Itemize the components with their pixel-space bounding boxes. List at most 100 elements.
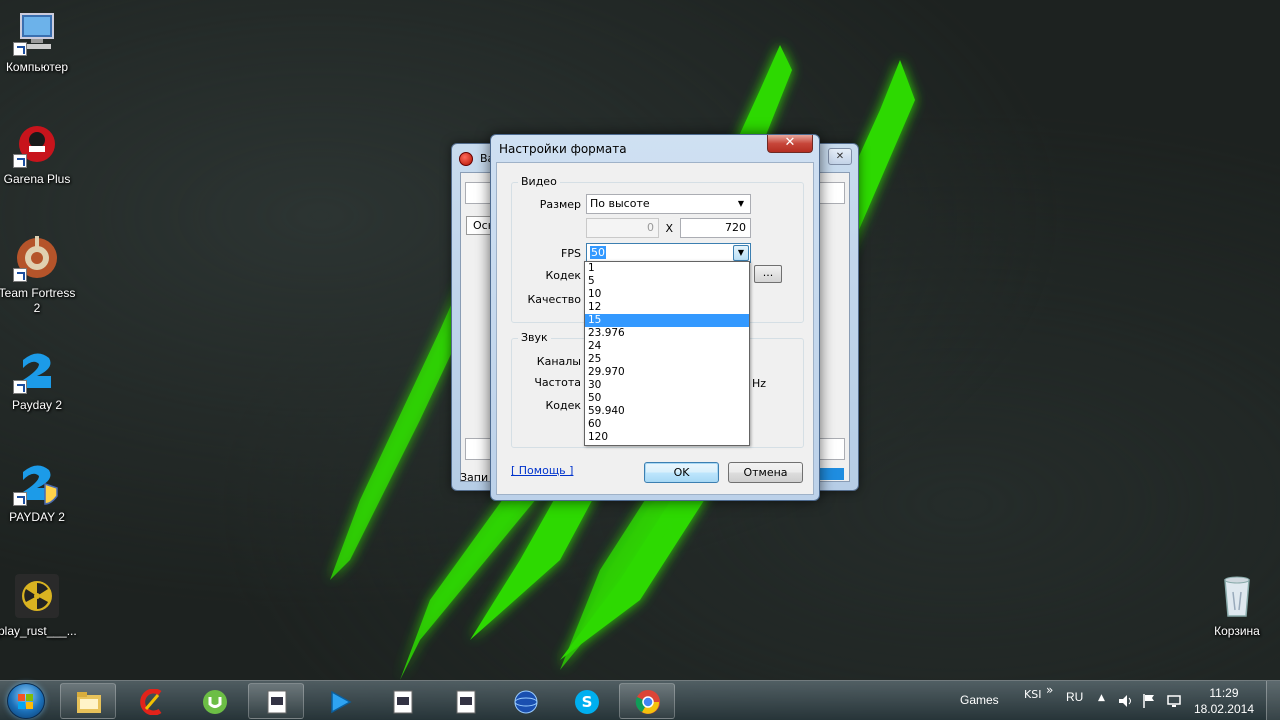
taskbar-media-player[interactable] [311, 683, 367, 719]
taskbar-media-file-3[interactable] [437, 683, 493, 719]
clock-time: 11:29 [1209, 686, 1239, 700]
shortcut-arrow-icon [13, 492, 27, 506]
taskbar-utorrent[interactable] [186, 683, 242, 719]
size-select-value: По высоте [590, 197, 650, 210]
fps-option[interactable]: 30 [585, 379, 749, 392]
dimension-separator: X [665, 222, 673, 235]
fps-option[interactable]: 5 [585, 275, 749, 288]
video-codec-label: Кодек [545, 269, 581, 282]
explorer-icon [77, 692, 101, 713]
volume-icon[interactable] [1118, 694, 1134, 708]
hz-unit-label: Hz [752, 377, 767, 390]
start-button[interactable] [7, 683, 45, 719]
desktop-icon-garena[interactable]: Garena Plus [0, 120, 76, 187]
toolbar-games-label[interactable]: Games [960, 693, 999, 707]
desktop-icon-recycle-bin[interactable]: Корзина [1198, 572, 1276, 639]
fps-option[interactable]: 59.940 [585, 405, 749, 418]
shortcut-arrow-icon [13, 268, 27, 282]
desktop-icon-label: Garena Plus [3, 172, 71, 186]
shortcut-arrow-icon [13, 380, 27, 394]
show-desktop-button[interactable] [1266, 681, 1280, 720]
size-select[interactable]: По высоте ▼ [586, 194, 751, 214]
taskbar: S Games KSI » RU ▲ 11:29 18.02.2014 [0, 680, 1280, 720]
taskbar-globe[interactable] [497, 683, 553, 719]
tf2-icon [13, 234, 61, 282]
desktop-icon-label: Payday 2 [11, 398, 63, 412]
ccleaner-icon [140, 689, 162, 715]
fps-option[interactable]: 23.976 [585, 327, 749, 340]
fps-option[interactable]: 120 [585, 431, 749, 444]
language-indicator[interactable]: RU [1066, 690, 1083, 704]
fps-option-highlighted[interactable]: 15 [585, 314, 749, 327]
utorrent-icon [203, 690, 227, 714]
background-window-progress [816, 468, 844, 480]
fps-option[interactable]: 24 [585, 340, 749, 353]
chevron-down-icon[interactable]: ▼ [733, 196, 749, 212]
fps-option[interactable]: 25 [585, 353, 749, 366]
media-file-icon [393, 690, 413, 714]
computer-icon [13, 8, 61, 56]
desktop-icon-computer[interactable]: Компьютер [0, 8, 76, 75]
chevron-down-icon[interactable]: ▼ [733, 245, 749, 261]
desktop-icon-payday[interactable]: Payday 2 [0, 346, 76, 413]
taskbar-media-file-1[interactable] [248, 683, 304, 719]
desktop-icon-label: PAYDAY 2 [9, 510, 65, 524]
background-window-close-button[interactable]: ✕ [828, 148, 852, 165]
network-icon[interactable] [1166, 693, 1182, 709]
fps-option[interactable]: 50 [585, 392, 749, 405]
record-icon [459, 152, 473, 166]
media-player-icon [331, 690, 352, 714]
ok-button[interactable]: OK [644, 462, 719, 483]
help-link[interactable]: [ Помощь ] [511, 464, 573, 477]
taskbar-skype[interactable]: S [558, 683, 614, 719]
audio-codec-label: Кодек [545, 399, 581, 412]
fps-dropdown-list[interactable]: 1 5 10 12 15 23.976 24 25 29.970 30 50 5… [584, 261, 750, 446]
dialog-title: Настройки формата [499, 142, 627, 156]
desktop-icon-label: Team Fortress 2 [0, 286, 76, 315]
height-field[interactable]: 720 [680, 218, 751, 238]
radiation-icon [13, 572, 61, 620]
fps-option[interactable]: 1 [585, 262, 749, 275]
windows-logo-icon [18, 694, 34, 710]
audio-legend: Звук [518, 331, 551, 344]
garena-icon [13, 120, 61, 168]
desktop-icon-label: play_rust___... [0, 624, 77, 638]
size-label: Размер [539, 198, 581, 211]
skype-icon: S [575, 690, 599, 714]
video-codec-options-button[interactable]: ... [754, 265, 782, 283]
channels-label: Каналы [536, 355, 581, 368]
system-clock[interactable]: 11:29 18.02.2014 [1194, 685, 1254, 717]
show-hidden-icons[interactable]: ▲ [1098, 693, 1105, 703]
chrome-icon [635, 690, 660, 714]
fps-option[interactable]: 60 [585, 418, 749, 431]
fps-select-value: 50 [590, 246, 606, 259]
globe-icon [514, 690, 538, 714]
taskbar-ccleaner[interactable] [123, 683, 179, 719]
action-center-flag-icon[interactable] [1142, 693, 1156, 709]
desktop-icon-label: Компьютер [5, 60, 69, 74]
toolbar-ksi-label[interactable]: KSI [1024, 688, 1041, 701]
recycle-bin-icon [1213, 572, 1261, 620]
desktop-icon-tf2[interactable]: Team Fortress 2 [0, 234, 76, 316]
payday-icon [13, 346, 61, 394]
taskbar-explorer[interactable] [60, 683, 116, 719]
payday-icon [13, 458, 61, 506]
desktop-icon-label: Корзина [1214, 624, 1260, 638]
desktop-icon-payday-2[interactable]: PAYDAY 2 [0, 458, 76, 525]
cancel-button[interactable]: Отмена [728, 462, 803, 483]
sample-rate-label: Частота [534, 376, 581, 389]
svg-text:S: S [582, 693, 593, 711]
width-field: 0 [586, 218, 659, 238]
toolbar-chevron-icon[interactable]: » [1046, 683, 1053, 697]
fps-select[interactable]: 50 ▼ [586, 243, 751, 263]
fps-option[interactable]: 12 [585, 301, 749, 314]
taskbar-chrome[interactable] [619, 683, 675, 719]
fps-option[interactable]: 10 [585, 288, 749, 301]
dialog-close-button[interactable]: ✕ [767, 135, 813, 153]
media-file-icon [456, 690, 476, 714]
fps-option[interactable]: 29.970 [585, 366, 749, 379]
taskbar-media-file-2[interactable] [374, 683, 430, 719]
clock-date: 18.02.2014 [1193, 702, 1254, 716]
desktop-icon-play-rust[interactable]: play_rust___... [0, 572, 77, 639]
media-file-icon [267, 690, 287, 714]
